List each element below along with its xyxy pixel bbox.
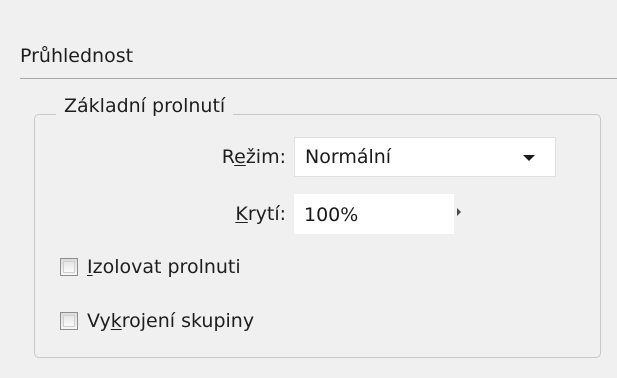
mode-select-value: Normální [305, 146, 392, 168]
knockout-label-pre: Vy [87, 310, 111, 332]
section-title: Průhlednost [20, 45, 134, 67]
knockout-label-accesskey: k [110, 310, 122, 332]
isolate-blending-checkbox[interactable] [60, 258, 78, 276]
knockout-group-option[interactable]: Vykrojení skupiny [60, 309, 254, 333]
mode-label-accesskey: e [234, 146, 246, 168]
opacity-label: Krytí: [235, 202, 286, 226]
mode-select[interactable]: Normální [294, 137, 556, 177]
opacity-value: 100% [304, 204, 359, 226]
caret-right-icon[interactable] [457, 208, 461, 216]
section-divider [20, 78, 617, 79]
isolate-blending-option[interactable]: Izolovat prolnuti [60, 255, 241, 279]
knockout-label-post: rojení skupiny [121, 310, 255, 332]
isolate-blending-label[interactable]: Izolovat prolnuti [87, 255, 241, 279]
knockout-group-checkbox[interactable] [60, 312, 78, 330]
group-legend: Základní prolnutí [56, 94, 234, 118]
knockout-group-label[interactable]: Vykrojení skupiny [87, 309, 254, 333]
chevron-down-icon[interactable] [523, 155, 535, 161]
opacity-label-accesskey: K [235, 203, 248, 225]
isolate-label-post: zolovat prolnuti [92, 256, 241, 278]
opacity-input[interactable]: 100% [294, 194, 454, 234]
mode-label-pre: R [221, 146, 235, 168]
opacity-label-post: rytí: [247, 203, 286, 225]
mode-label: Režim: [222, 145, 286, 169]
mode-label-post: žim: [245, 146, 286, 168]
